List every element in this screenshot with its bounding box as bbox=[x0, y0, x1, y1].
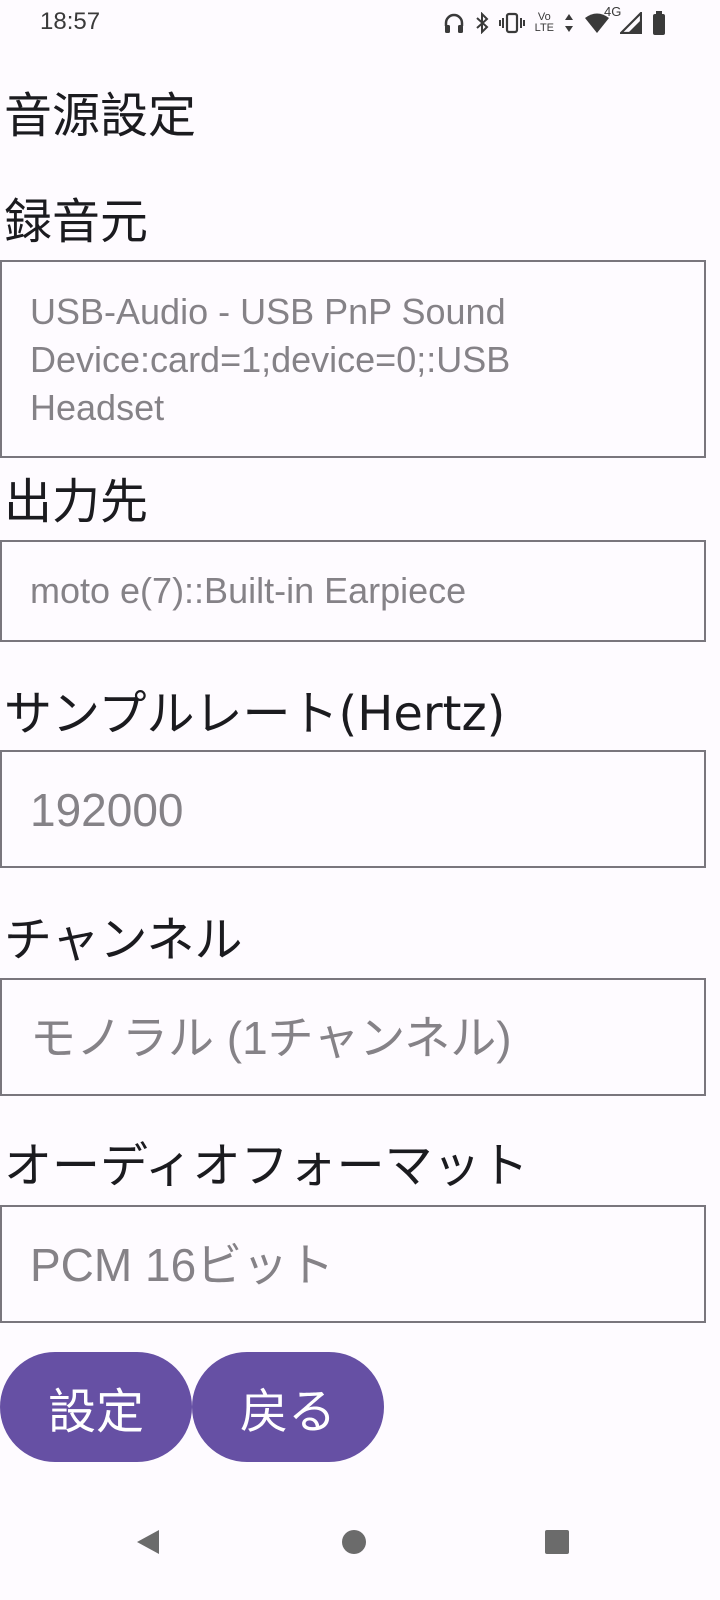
source-value-line: Headset bbox=[30, 387, 165, 428]
channel-label: チャンネル bbox=[4, 912, 243, 968]
vibrate-icon bbox=[498, 12, 525, 34]
volte-bottom-text: LTE bbox=[534, 22, 554, 34]
bluetooth-icon bbox=[475, 12, 489, 34]
sample-rate-value: 192000 bbox=[30, 784, 184, 836]
circle-home-icon bbox=[339, 1527, 369, 1561]
set-button[interactable]: 設定 bbox=[0, 1352, 192, 1462]
channel-value: モノラル (1チャンネル) bbox=[30, 1012, 512, 1064]
format-value: PCM 16ビット bbox=[30, 1239, 335, 1291]
source-field[interactable]: USB-Audio - USB PnP Sound Device:card=1;… bbox=[0, 260, 706, 458]
cell-signal-icon: 4G bbox=[604, 5, 642, 34]
nav-recents-button[interactable] bbox=[527, 1514, 587, 1574]
format-label: オーディオフォーマット bbox=[4, 1138, 529, 1194]
sample-rate-label: サンプルレート(Hertz) bbox=[4, 686, 506, 742]
output-field[interactable]: moto e(7)::Built-in Earpiece bbox=[0, 540, 706, 642]
volte-icon: Vo LTE bbox=[535, 12, 554, 34]
source-value-line: Device:card=1;device=0;:USB bbox=[30, 339, 511, 380]
output-label: 出力先 bbox=[4, 474, 149, 530]
battery-icon bbox=[652, 11, 666, 35]
data-arrows-icon bbox=[564, 12, 574, 34]
source-value-line: USB-Audio - USB PnP Sound bbox=[30, 291, 506, 332]
navigation-bar bbox=[0, 1488, 720, 1600]
format-field[interactable]: PCM 16ビット bbox=[0, 1205, 706, 1323]
status-icons: Vo LTE 4G bbox=[443, 5, 666, 36]
triangle-back-icon bbox=[133, 1527, 163, 1561]
status-time: 18:57 bbox=[40, 8, 101, 35]
status-bar: 18:57 Vo LTE 4G bbox=[0, 0, 720, 48]
nav-back-button[interactable] bbox=[118, 1514, 178, 1574]
back-button[interactable]: 戻る bbox=[192, 1352, 384, 1462]
square-recents-icon bbox=[542, 1527, 572, 1561]
network-type-label: 4G bbox=[604, 4, 622, 19]
sample-rate-field[interactable]: 192000 bbox=[0, 750, 706, 868]
page-title: 音源設定 bbox=[4, 88, 197, 144]
headphones-icon bbox=[443, 12, 465, 34]
source-label: 録音元 bbox=[4, 194, 149, 250]
nav-home-button[interactable] bbox=[324, 1514, 384, 1574]
output-value: moto e(7)::Built-in Earpiece bbox=[30, 570, 467, 611]
channel-field[interactable]: モノラル (1チャンネル) bbox=[0, 978, 706, 1096]
